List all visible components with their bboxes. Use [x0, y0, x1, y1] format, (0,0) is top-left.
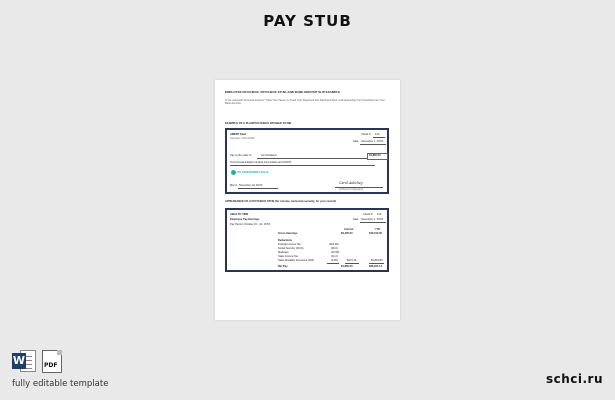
gross-earnings-label: Gross Earnings [278, 232, 298, 235]
deduction-ytd: $273.14 [347, 259, 357, 262]
stub-pay-period: Pay Period: October 16 - 31, 2XXX [230, 223, 271, 226]
net-pay-label: Net Pay [278, 265, 288, 268]
stub-date: November 1, 2XXX [361, 218, 384, 221]
deduction-current: (34.50) [331, 251, 340, 254]
check-date: November 1, 2XXX [361, 140, 384, 143]
paycheck-stub: ABLE PC TIME Employee Pay Earnings Pay P… [225, 208, 389, 272]
pdf-document-icon[interactable]: PDF [42, 350, 62, 373]
deductions-label: Deductions [278, 239, 293, 242]
brand-watermark[interactable]: schci.ru [546, 372, 603, 386]
total-deductions-ytd: $2,894.86 [371, 259, 383, 262]
stub-check-number-label: Check # [363, 213, 373, 216]
stub-date-label: Date [353, 218, 359, 221]
signature: Carol Aulichey [339, 181, 363, 185]
word-document-icon[interactable]: W [12, 350, 36, 372]
paycheck: AMENT Steel Anytown, USA 12345 Check # 1… [225, 128, 389, 194]
check-section-title: EXAMPLE OF A PLAIN PAYCHECK PAYABLE TO M… [225, 122, 292, 125]
deduction-label: Federal Income Tax [278, 243, 301, 246]
deduction-label: Social Security (FICA) [278, 247, 304, 250]
check-number: 123 [375, 133, 380, 136]
pay-to-label: Pay to the order of [230, 154, 252, 157]
pdf-icon-label: PDF [44, 362, 58, 369]
stub-section-title: APPEARANCE OF A PAYCHECK STUB (for incom… [225, 200, 336, 203]
signature-label: Authorized Signature [339, 188, 364, 191]
memo-label: Memo [230, 184, 238, 187]
deduction-label: State Income Tax [278, 255, 298, 258]
net-pay-ytd: $36,205.14 [369, 265, 382, 268]
stub-check-number: 123 [377, 213, 382, 216]
column-current: Current [344, 228, 354, 231]
bank-logo-icon [231, 170, 236, 175]
document-intro: To be used with Personal Finance "Track … [225, 99, 385, 106]
check-number-label: Check # [361, 133, 371, 136]
deduction-label: State Disability Insurance (SDI) [278, 259, 315, 262]
gross-earnings-current: $2,400.00 [341, 232, 353, 235]
deduction-current: (90.0) [331, 247, 338, 250]
template-caption: fully editable template [12, 379, 109, 389]
gross-earnings-ytd: $40,100.00 [369, 232, 382, 235]
page-title: PAY STUB [263, 12, 352, 30]
format-icons: W PDF [12, 350, 62, 373]
deduction-current: (264.00) [329, 243, 339, 246]
net-pay-current: $1,860.00 [341, 265, 353, 268]
document-heading: EMPLOYEE PAYCHECK, PAYCHECK STUB, AND BA… [225, 90, 341, 94]
stub-company: ABLE PC TIME [230, 213, 249, 216]
deduction-label: Medicare [278, 251, 289, 254]
bank-name: US FIREWORKS Bank [237, 170, 269, 174]
check-company: AMENT Steel [230, 133, 247, 136]
deduction-current: (6.00) [331, 259, 338, 262]
payee-name: Ann Rowland [261, 154, 277, 157]
deduction-current: (41.0) [331, 255, 338, 258]
check-company-address: Anytown, USA 12345 [230, 137, 255, 140]
document-preview[interactable]: EMPLOYEE PAYCHECK, PAYCHECK STUB, AND BA… [215, 80, 400, 320]
amount-in-words: One thousand Eight hundred sixty dollars… [230, 161, 292, 164]
word-icon-letter: W [12, 353, 26, 369]
check-date-label: Date [353, 140, 359, 143]
memo-value: November 1st 2XXX [239, 184, 263, 187]
stub-subtitle: Employee Pay Earnings [230, 218, 260, 221]
column-ytd: YTD [375, 228, 381, 231]
